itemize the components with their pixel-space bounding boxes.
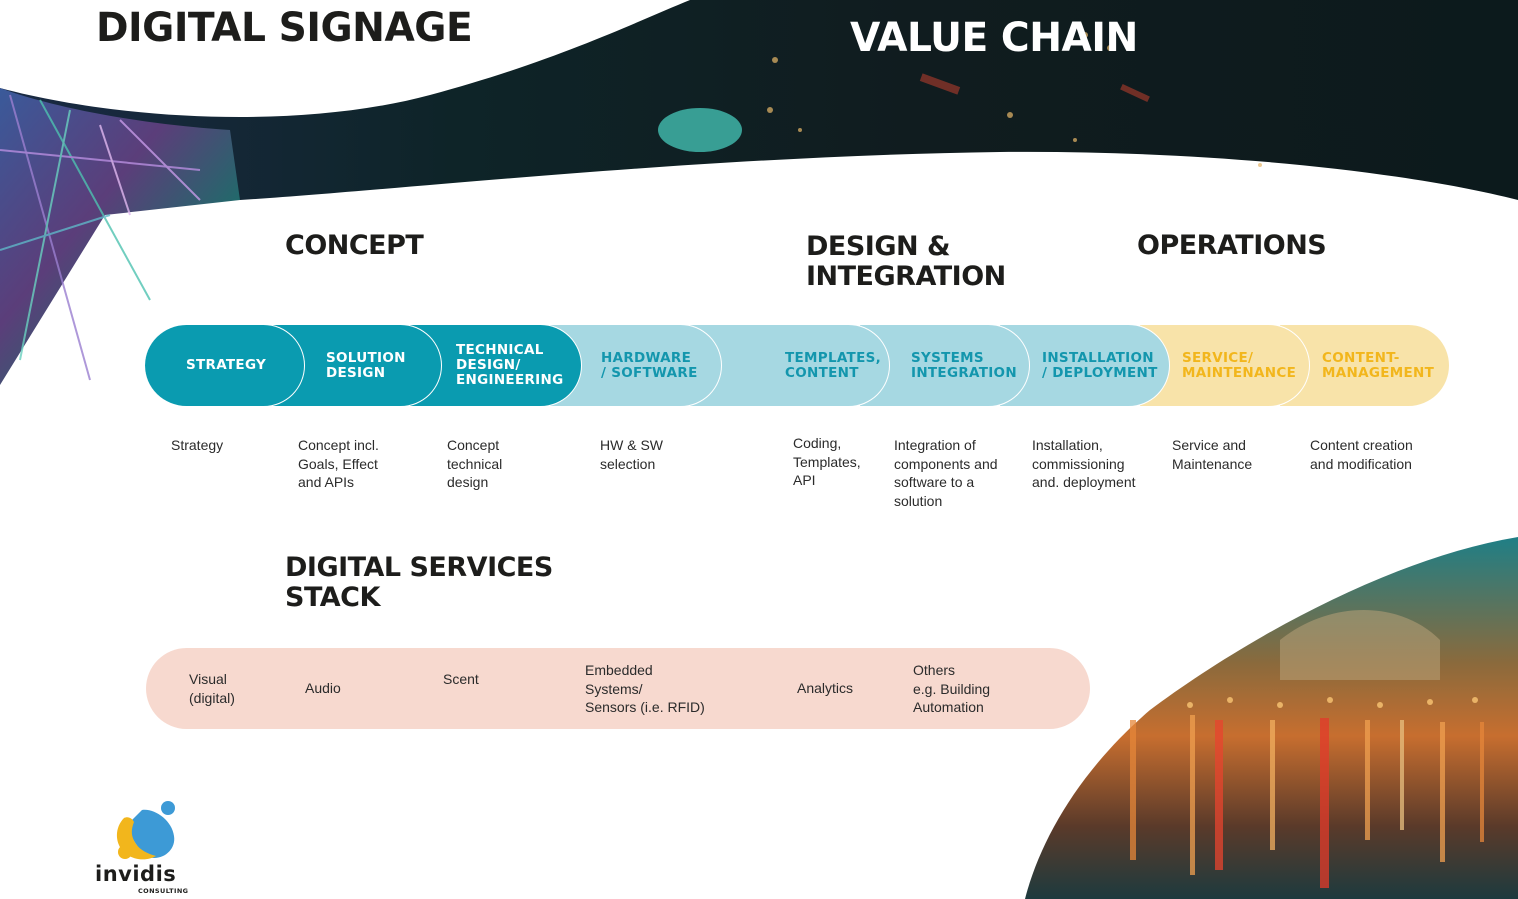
- stack-item-visual: Visual (digital): [189, 671, 235, 706]
- chain-step-label: TECHNICAL DESIGN/ ENGINEERING: [456, 342, 564, 388]
- chain-step-label: STRATEGY: [186, 357, 267, 373]
- step-description: HW & SW selection: [600, 437, 663, 472]
- chain-step-strategy[interactable]: STRATEGY: [145, 324, 305, 407]
- stack-heading: DIGITAL SERVICES STACK: [285, 552, 553, 613]
- step-description: Installation, commissioning and. deploym…: [1032, 437, 1136, 490]
- stack-item-scent: Scent: [443, 671, 479, 687]
- chain-step-label: SYSTEMS INTEGRATION: [911, 349, 1017, 381]
- chain-step-label: INSTALLATION / DEPLOYMENT: [1042, 349, 1158, 381]
- step-description: Concept technical design: [447, 437, 503, 490]
- step-description: Strategy: [171, 437, 224, 453]
- chain-step-label: SERVICE/ MAINTENANCE: [1182, 349, 1297, 381]
- stack-item-embedded-systems: Embedded Systems/ Sensors (i.e. RFID): [585, 662, 705, 715]
- chain-step-label: TEMPLATES, CONTENT: [785, 349, 882, 381]
- logo-wordmark: invidis: [95, 862, 177, 886]
- services-stack-bar: Visual (digital) Audio Scent Embedded Sy…: [146, 648, 1090, 729]
- chain-step-label: SOLUTION DESIGN: [326, 349, 406, 381]
- phase-heading-operations: OPERATIONS: [1137, 230, 1327, 261]
- step-description: Coding, Templates, API: [793, 435, 861, 488]
- step-description: Content creation and modification: [1310, 437, 1413, 472]
- stack-item-analytics: Analytics: [797, 680, 854, 696]
- step-description: Integration of components and software t…: [894, 437, 998, 509]
- phase-heading-concept: CONCEPT: [285, 230, 424, 261]
- stack-item-others: Others e.g. Building Automation: [913, 662, 991, 715]
- chain-step-label: CONTENT- MANAGEMENT: [1322, 349, 1435, 381]
- logo-subtitle: CONSULTING: [138, 887, 189, 895]
- page-subtitle: VALUE CHAIN: [850, 15, 1138, 61]
- step-description: Concept incl. Goals, Effect and APIs: [298, 437, 379, 490]
- chain-step-label: HARDWARE / SOFTWARE: [601, 349, 698, 381]
- page-title: DIGITAL SIGNAGE: [96, 5, 473, 51]
- stack-item-audio: Audio: [305, 680, 341, 696]
- value-chain: CONTENT- MANAGEMENT SERVICE/ MAINTENANCE…: [145, 324, 1450, 407]
- background-imagery: [0, 0, 1518, 899]
- step-description: Service and Maintenance: [1172, 437, 1253, 472]
- phase-heading-design-integration: DESIGN & INTEGRATION: [806, 231, 1006, 292]
